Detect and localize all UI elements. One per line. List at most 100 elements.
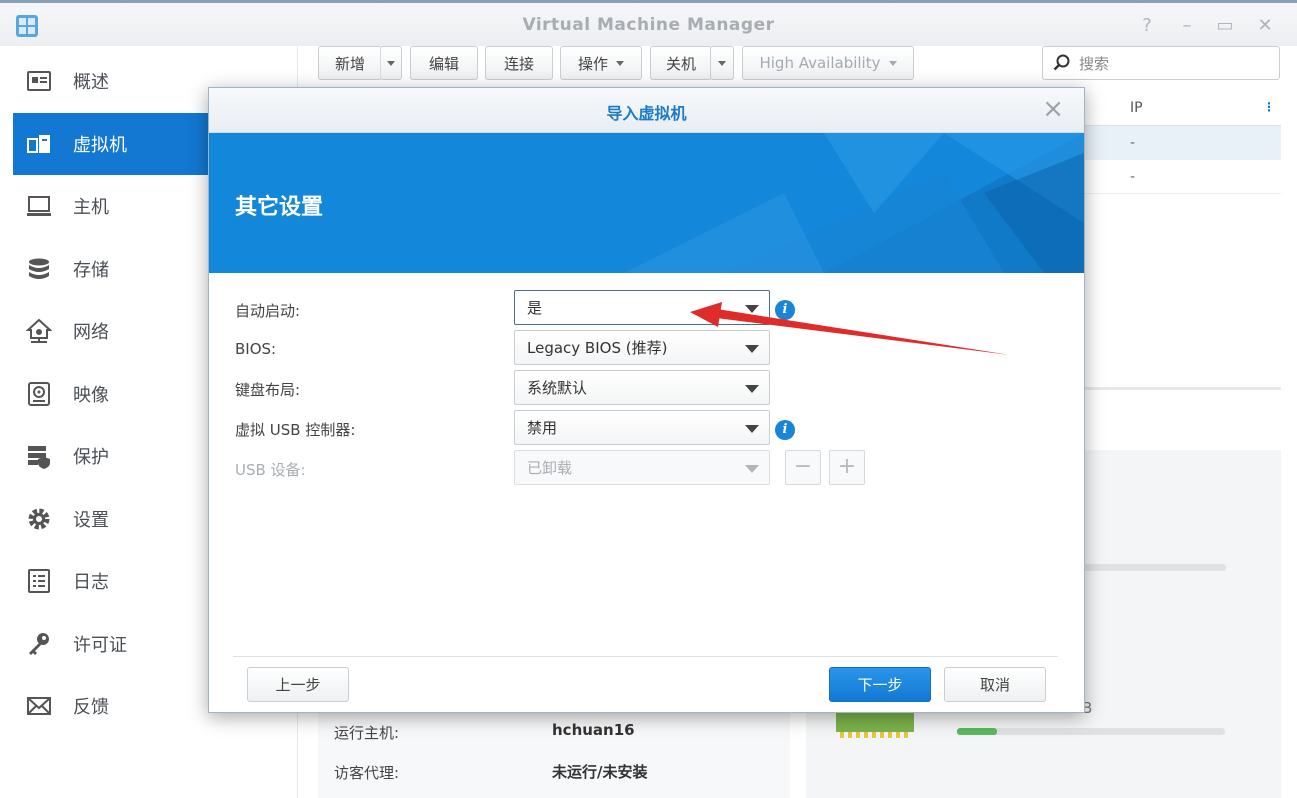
action-menu-button[interactable]: 操作 <box>560 46 642 80</box>
sidebar-item-host[interactable]: 主机 <box>13 175 209 237</box>
add-usb-button[interactable]: + <box>829 450 865 485</box>
bios-value: Legacy BIOS (推荐) <box>527 339 668 357</box>
next-button[interactable]: 下一步 <box>829 667 931 702</box>
import-vm-dialog: 导入虚拟机 × 其它设置 自动启动: 是 i BIOS: Legacy BIOS… <box>208 87 1085 713</box>
sidebar-item-log[interactable]: 日志 <box>13 550 209 612</box>
high-availability-button[interactable]: High Availability <box>742 46 914 80</box>
ip-cell: - <box>1130 134 1136 151</box>
chevron-down-icon <box>718 60 726 66</box>
memory-usage-bar <box>957 728 1225 735</box>
dropdown-arrow-icon <box>745 305 759 313</box>
info-icon[interactable]: i <box>775 420 795 440</box>
column-header-ip[interactable]: IP ⋮ <box>1084 90 1281 126</box>
dialog-header: 导入虚拟机 × <box>209 88 1084 133</box>
log-icon <box>25 567 53 595</box>
table-row[interactable]: - <box>1084 160 1281 194</box>
cancel-button[interactable]: 取消 <box>944 667 1046 702</box>
sidebar-item-license[interactable]: 许可证 <box>13 613 209 675</box>
resource-usage-panel: B <box>806 699 1281 798</box>
sidebar-item-label: 反馈 <box>73 697 109 718</box>
usb-controller-value: 禁用 <box>527 419 558 437</box>
usb-device-label: USB 设备: <box>235 461 306 479</box>
overview-icon <box>25 67 53 95</box>
settings-icon <box>25 505 53 533</box>
sidebar-item-label: 许可证 <box>73 635 127 656</box>
close-icon[interactable]: ✕ <box>1254 15 1276 37</box>
chevron-down-icon <box>888 60 897 66</box>
storage-icon <box>25 255 53 283</box>
vm-info-panel: 运行主机: hchuan16 访客代理: 未运行/未安装 <box>318 712 790 798</box>
keyboard-layout-value: 系统默认 <box>527 379 588 397</box>
add-dropdown-button[interactable] <box>380 46 402 80</box>
autostart-value: 是 <box>527 299 543 317</box>
search-box[interactable]: 搜索 <box>1042 46 1280 80</box>
banner-pattern <box>624 133 1084 273</box>
sidebar-item-label: 保护 <box>73 447 109 468</box>
remove-usb-button[interactable]: − <box>785 450 821 485</box>
dropdown-arrow-icon <box>745 465 759 473</box>
host-label: 运行主机: <box>334 724 400 742</box>
search-icon <box>1053 54 1070 71</box>
back-button[interactable]: 上一步 <box>247 667 349 702</box>
dropdown-arrow-icon <box>745 385 759 393</box>
license-icon <box>25 630 53 658</box>
panel-divider <box>1084 387 1281 390</box>
shutdown-dropdown-button[interactable] <box>710 46 734 80</box>
virtual-machine-icon <box>25 130 53 158</box>
add-button[interactable]: 新增 <box>318 46 382 80</box>
vm-table: IP ⋮ - - <box>1084 90 1281 194</box>
column-menu-icon[interactable]: ⋮ <box>1263 100 1275 114</box>
protection-icon <box>25 442 53 470</box>
autostart-select[interactable]: 是 <box>514 290 770 325</box>
info-icon[interactable]: i <box>775 300 795 320</box>
dropdown-arrow-icon <box>745 425 759 433</box>
sidebar-item-label: 日志 <box>73 572 109 593</box>
maximize-icon[interactable]: ▭ <box>1214 15 1236 37</box>
usb-controller-select[interactable]: 禁用 <box>514 410 770 445</box>
agent-label: 访客代理: <box>334 764 400 782</box>
edit-button[interactable]: 编辑 <box>410 46 478 80</box>
sidebar-item-label: 映像 <box>73 385 109 406</box>
shutdown-button[interactable]: 关机 <box>650 46 712 80</box>
usb-device-value: 已卸载 <box>527 459 573 477</box>
window-title: Virtual Machine Manager <box>522 15 775 35</box>
sidebar-item-network[interactable]: 网络 <box>13 300 209 362</box>
usage-bar <box>1084 564 1226 571</box>
dialog-title: 导入虚拟机 <box>606 104 687 123</box>
bios-label: BIOS: <box>235 340 277 358</box>
memory-usage-fill <box>957 728 998 735</box>
search-input[interactable]: 搜索 <box>1079 53 1109 74</box>
high-availability-label: High Availability <box>759 54 881 72</box>
bios-select[interactable]: Legacy BIOS (推荐) <box>514 330 770 365</box>
sidebar-item-label: 主机 <box>73 197 109 218</box>
memory-icon <box>836 712 914 738</box>
usb-device-select[interactable]: 已卸载 <box>514 450 770 485</box>
sidebar-item-feedback[interactable]: 反馈 <box>13 675 209 737</box>
section-title: 其它设置 <box>235 195 324 220</box>
image-icon <box>25 380 53 408</box>
agent-value: 未运行/未安装 <box>552 763 648 781</box>
sidebar-item-label: 网络 <box>73 322 109 343</box>
main-toolbar: 新增 编辑 连接 操作 关机 High Availability 搜索 <box>298 46 1297 88</box>
sidebar-item-storage[interactable]: 存储 <box>13 238 209 300</box>
sidebar-item-settings[interactable]: 设置 <box>13 488 209 550</box>
sidebar-item-protection[interactable]: 保护 <box>13 425 209 487</box>
chevron-down-icon <box>387 60 395 66</box>
sidebar-item-overview[interactable]: 概述 <box>13 50 209 112</box>
keyboard-layout-select[interactable]: 系统默认 <box>514 370 770 405</box>
dialog-close-icon[interactable]: × <box>1042 96 1064 122</box>
keyboard-layout-label: 键盘布局: <box>235 381 301 399</box>
dropdown-arrow-icon <box>745 345 759 353</box>
action-label: 操作 <box>577 54 608 73</box>
footer-divider <box>233 656 1058 657</box>
sidebar-item-label: 概述 <box>73 72 109 93</box>
connect-button[interactable]: 连接 <box>485 46 553 80</box>
feedback-icon <box>25 692 53 720</box>
chevron-down-icon <box>616 60 624 66</box>
table-row[interactable]: - <box>1084 126 1281 160</box>
sidebar-item-virtual-machine[interactable]: 虚拟机 <box>13 113 209 175</box>
minimize-icon[interactable]: – <box>1176 15 1198 37</box>
sidebar-item-image[interactable]: 映像 <box>13 363 209 425</box>
network-icon <box>25 317 53 345</box>
help-icon[interactable]: ? <box>1136 15 1158 37</box>
